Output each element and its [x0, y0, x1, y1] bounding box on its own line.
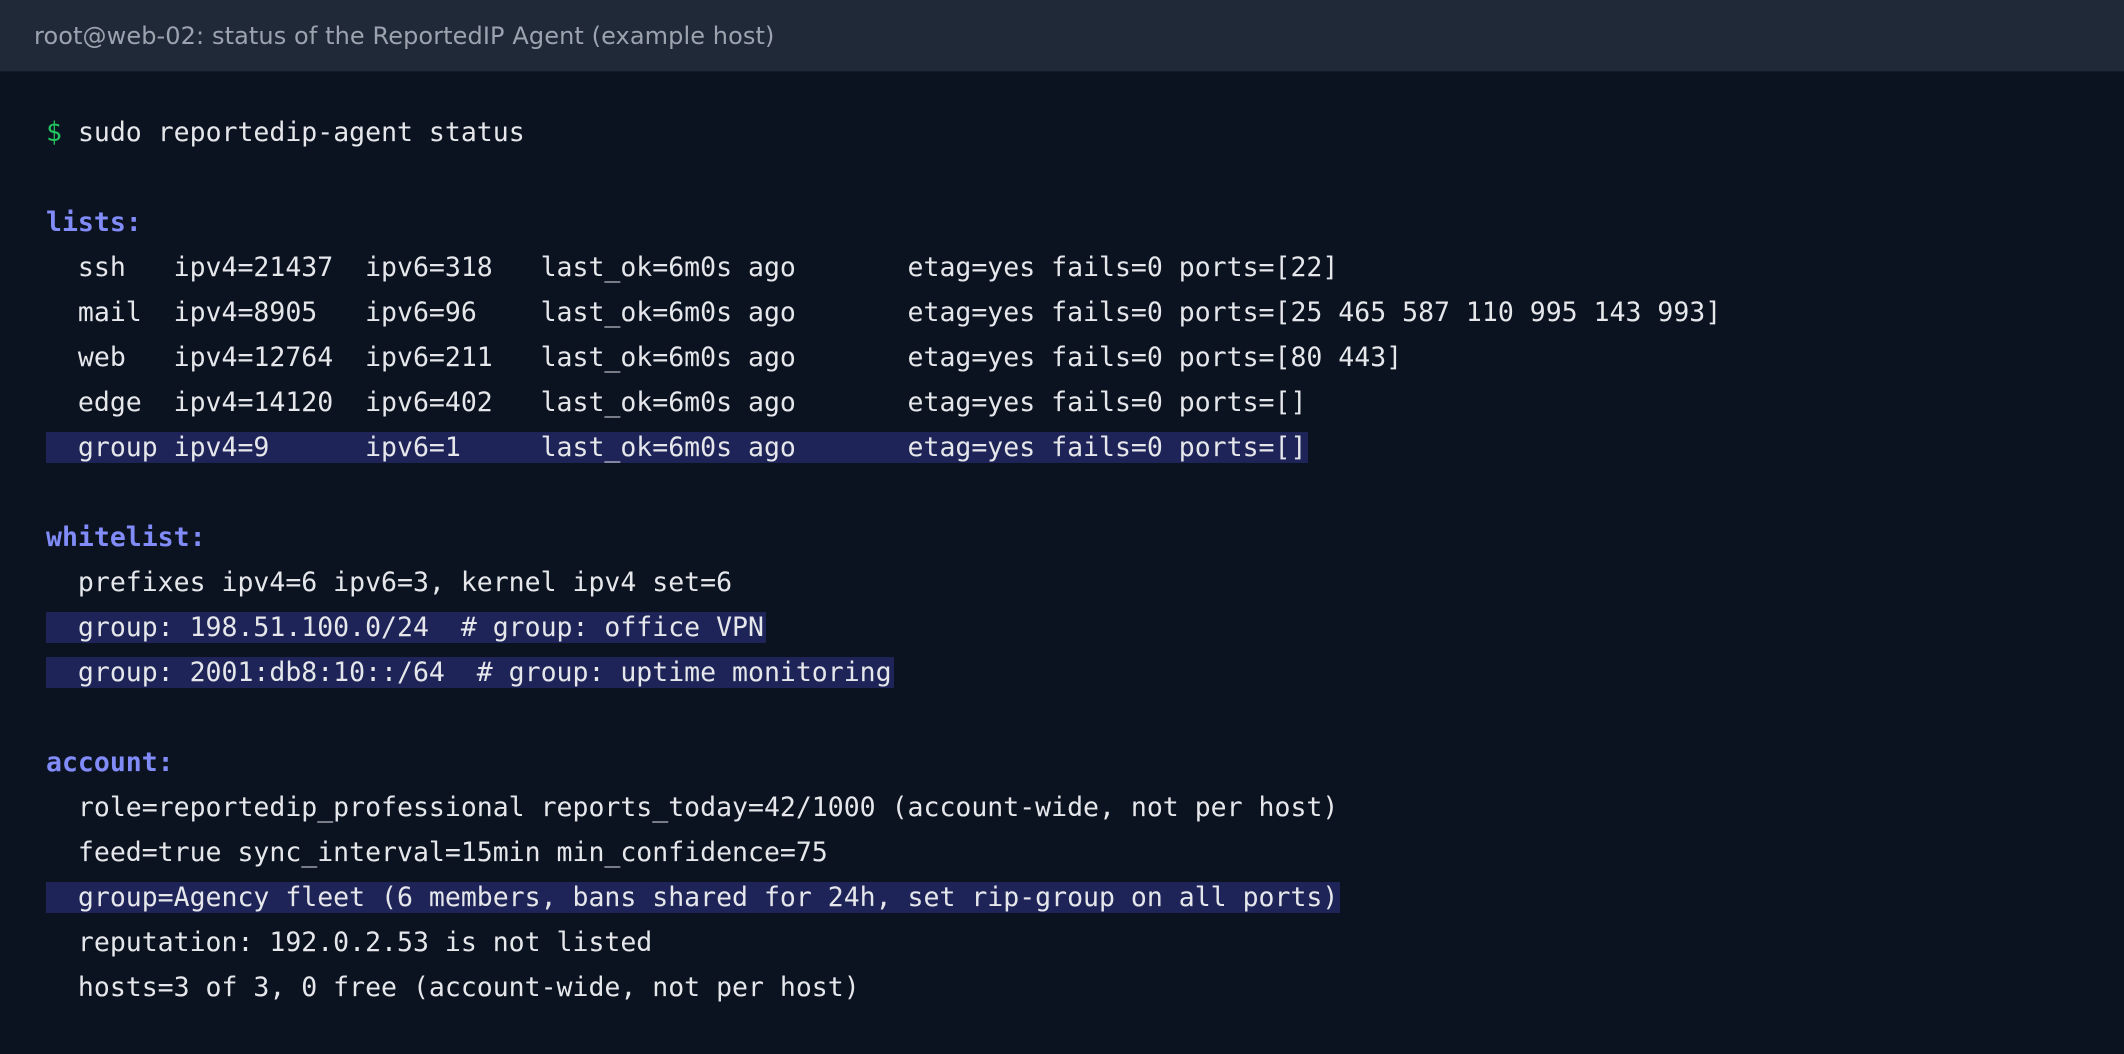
account-group: group=Agency fleet (6 members, bans shar… [46, 882, 1341, 913]
terminal-output[interactable]: $ sudo reportedip-agent status lists: ss… [46, 110, 2124, 1010]
list-row-group: group ipv4=9 ipv6=1 last_ok=6m0s ago eta… [46, 432, 1309, 463]
prompt-symbol: $ [46, 117, 62, 148]
list-row-web: web ipv4=12764 ipv6=211 last_ok=6m0s ago… [46, 342, 1403, 373]
list-row-edge: edge ipv4=14120 ipv6=402 last_ok=6m0s ag… [46, 387, 1307, 418]
account-feed: feed=true sync_interval=15min min_confid… [46, 837, 828, 868]
list-row-ssh: ssh ipv4=21437 ipv6=318 last_ok=6m0s ago… [46, 252, 1339, 283]
terminal-window: root@web-02: status of the ReportedIP Ag… [0, 0, 2124, 1054]
title-bar: root@web-02: status of the ReportedIP Ag… [0, 0, 2124, 72]
account-reputation: reputation: 192.0.2.53 is not listed [46, 927, 653, 958]
list-row-mail: mail ipv4=8905 ipv6=96 last_ok=6m0s ago … [46, 297, 1722, 328]
section-header-whitelist: whitelist: [46, 522, 206, 553]
window-title: root@web-02: status of the ReportedIP Ag… [34, 21, 775, 50]
command-text: sudo reportedip-agent status [77, 117, 525, 148]
section-header-account: account: [46, 747, 174, 778]
whitelist-prefixes: prefixes ipv4=6 ipv6=3, kernel ipv4 set=… [46, 567, 733, 598]
whitelist-group-office-vpn: group: 198.51.100.0/24 # group: office V… [46, 612, 766, 643]
whitelist-group-uptime: group: 2001:db8:10::/64 # group: uptime … [46, 657, 894, 688]
account-role: role=reportedip_professional reports_tod… [46, 792, 1339, 823]
command-line: $ sudo reportedip-agent status [46, 110, 2124, 155]
section-header-lists: lists: [46, 207, 142, 238]
account-hosts: hosts=3 of 3, 0 free (account-wide, not … [46, 972, 860, 1003]
